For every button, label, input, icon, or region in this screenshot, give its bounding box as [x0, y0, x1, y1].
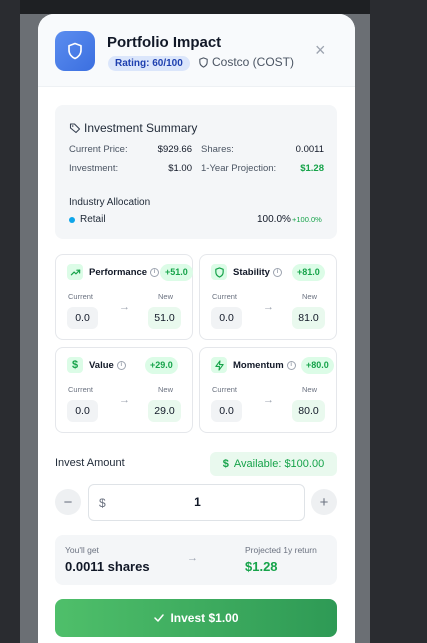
investment-value: $1.00 [168, 163, 192, 174]
metric-name-text: Momentum [233, 360, 284, 371]
lightning-icon [211, 357, 227, 373]
investment-result: You'll get 0.0011 shares → Projected 1y … [55, 535, 337, 585]
tag-icon [69, 123, 81, 134]
background-right [370, 0, 427, 643]
metric-card-performance: Performance i +51.0 Current New 0.0 → 51.… [55, 254, 193, 340]
metric-name-text: Performance [89, 267, 148, 278]
invest-button[interactable]: Invest $1.00 [55, 599, 337, 637]
ticker-text: Costco (COST) [212, 55, 295, 69]
increase-amount-button[interactable]: + [311, 489, 337, 515]
dollar-icon: $ [222, 458, 229, 470]
rating-badge: Rating: 60/100 [108, 56, 190, 71]
projected-return-value: $1.28 [245, 559, 278, 574]
current-label: Current [212, 292, 238, 301]
info-icon[interactable]: i [286, 361, 296, 370]
decrease-amount-button[interactable]: − [55, 489, 81, 515]
projection-value: $1.28 [300, 163, 324, 174]
summary-title-text: Investment Summary [84, 121, 198, 135]
metric-name-text: Stability [233, 267, 270, 278]
shield-icon [55, 31, 95, 71]
current-price-value: $929.66 [157, 144, 192, 155]
metric-badge: +29.0 [145, 357, 178, 374]
metric-name: Momentum i [233, 360, 296, 371]
info-icon[interactable]: i [150, 268, 160, 277]
current-price-label: Current Price: [69, 144, 128, 155]
industry-dot [69, 217, 75, 223]
metric-card-momentum: Momentum i +80.0 Current New 0.0 → 80.0 [199, 347, 337, 433]
new-value: 51.0 [148, 307, 181, 329]
trending-up-icon [67, 264, 83, 280]
new-label: New [158, 292, 174, 301]
new-label: New [302, 292, 318, 301]
industry-percent: 100.0% [257, 214, 291, 225]
modal-title: Portfolio Impact [107, 34, 222, 51]
background-top [20, 0, 370, 14]
arrow-right-icon: → [119, 394, 130, 406]
arrow-right-icon: → [119, 301, 130, 313]
info-icon[interactable]: i [272, 268, 282, 277]
investment-summary: Investment Summary Current Price: $929.6… [55, 105, 337, 239]
metric-name: Performance i [89, 267, 160, 278]
new-label: New [158, 385, 174, 394]
industry-delta: +100.0% [292, 215, 322, 224]
metric-name: Stability i [233, 267, 282, 278]
current-label: Current [68, 385, 94, 394]
arrow-right-icon: → [263, 301, 274, 313]
you-get-value: 0.0011 shares [65, 559, 150, 574]
metric-badge: +80.0 [301, 357, 334, 374]
shield-outline-icon [199, 56, 208, 68]
current-label: Current [68, 292, 94, 301]
info-icon[interactable]: i [116, 361, 126, 370]
industry-name: Retail [80, 214, 106, 225]
portfolio-impact-modal: Portfolio Impact Rating: 60/100 Costco (… [38, 14, 355, 643]
available-balance-text: Available: $100.00 [233, 458, 325, 470]
amount-input[interactable]: $ 1 [88, 484, 305, 521]
metric-name-text: Value [89, 360, 114, 371]
ticker-label: Costco (COST) [198, 55, 294, 69]
metric-badge: +81.0 [292, 264, 325, 281]
check-icon [154, 614, 165, 622]
metric-name: Value i [89, 360, 126, 371]
summary-title: Investment Summary [69, 121, 197, 135]
projected-return-label: Projected 1y return [245, 545, 317, 555]
invest-button-label: Invest $1.00 [170, 611, 239, 625]
current-value: 0.0 [67, 307, 98, 329]
shield-icon [211, 264, 227, 280]
new-value: 81.0 [292, 307, 325, 329]
available-balance-badge: $ Available: $100.00 [210, 452, 337, 476]
you-get-label: You'll get [65, 545, 99, 555]
metric-badge: +51.0 [160, 264, 193, 281]
new-value: 29.0 [148, 400, 181, 422]
shares-value: 0.0011 [295, 144, 324, 155]
new-label: New [302, 385, 318, 394]
arrow-right-icon: → [187, 552, 198, 564]
modal-header: Portfolio Impact Rating: 60/100 Costco (… [38, 14, 355, 87]
new-value: 80.0 [292, 400, 325, 422]
current-value: 0.0 [211, 400, 242, 422]
current-value: 0.0 [67, 400, 98, 422]
current-value: 0.0 [211, 307, 242, 329]
amount-value[interactable]: 1 [89, 495, 306, 509]
metric-card-stability: Stability i +81.0 Current New 0.0 → 81.0 [199, 254, 337, 340]
current-label: Current [212, 385, 238, 394]
background-left [0, 0, 20, 643]
metric-card-value: $ Value i +29.0 Current New 0.0 → 29.0 [55, 347, 193, 433]
invest-amount-label: Invest Amount [55, 457, 125, 469]
arrow-right-icon: → [263, 394, 274, 406]
close-icon[interactable]: × [315, 41, 326, 59]
dollar-icon: $ [67, 357, 83, 373]
shares-label: Shares: [201, 144, 234, 155]
industry-allocation-title: Industry Allocation [69, 197, 151, 208]
investment-label: Investment: [69, 163, 119, 174]
